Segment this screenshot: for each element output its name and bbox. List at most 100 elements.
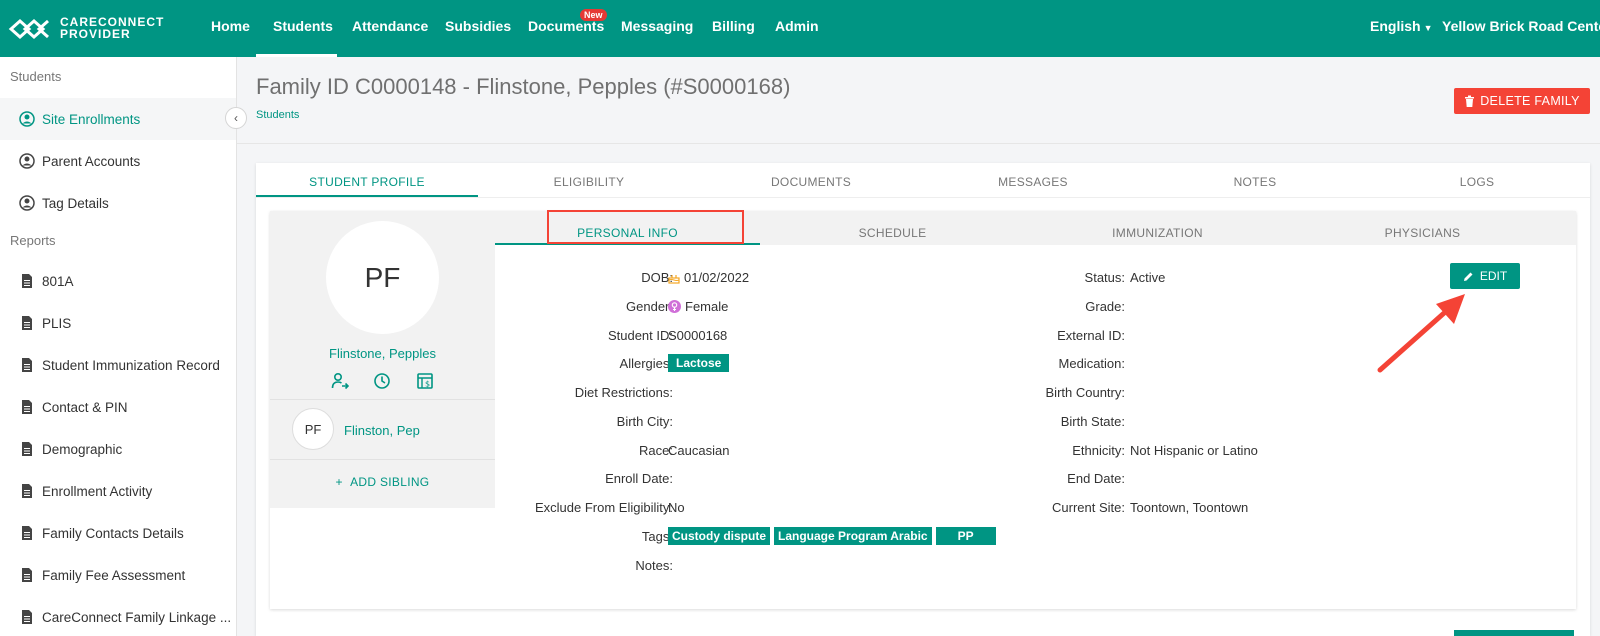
divider (270, 459, 495, 460)
nav-active-indicator (256, 54, 337, 57)
birthday-cake-icon (668, 274, 680, 284)
divider (270, 399, 495, 400)
allergy-tag: Lactose (668, 354, 730, 372)
edit-button[interactable]: EDIT (1450, 263, 1520, 289)
chevron-left-icon: ‹ (234, 111, 238, 125)
document-icon (22, 442, 32, 456)
clock-icon[interactable] (373, 372, 391, 390)
user-circle-icon (19, 195, 35, 211)
tab-eligibility[interactable]: ELIGIBILITY (478, 175, 700, 189)
annotation-arrow (1377, 294, 1465, 373)
field-label-enroll-date: Enroll Date: (605, 471, 673, 486)
subtab-schedule[interactable]: SCHEDULE (760, 226, 1025, 240)
nav-attendance[interactable]: Attendance (352, 18, 428, 34)
field-label-exclude-eligibility: Exclude From Eligibility: (535, 500, 673, 515)
field-value-gender: Female (668, 299, 728, 314)
add-sibling-button[interactable]: + ADD SIBLING (270, 475, 495, 489)
document-icon (22, 400, 32, 414)
document-icon (22, 316, 32, 330)
pencil-icon (1463, 272, 1473, 281)
sidebar-item-label: Parent Accounts (42, 153, 141, 169)
highlight-box (547, 210, 744, 244)
sidebar-item-report[interactable]: 801A (0, 260, 236, 302)
brand-logo[interactable]: CARECONNECT PROVIDER (8, 14, 168, 44)
sidebar-item-site-enrollments[interactable]: Site Enrollments (0, 98, 236, 140)
field-label-status: Status: (1084, 270, 1125, 285)
field-label-end-date: End Date: (1067, 471, 1125, 486)
student-avatar: PF (326, 221, 439, 334)
brand-line2: PROVIDER (60, 27, 131, 41)
field-value-race: Caucasian (668, 443, 730, 458)
tab-student-profile[interactable]: STUDENT PROFILE (256, 175, 478, 189)
breadcrumb[interactable]: Students (256, 109, 299, 121)
field-label-external-id: External ID: (1057, 328, 1125, 343)
tabs-divider (256, 197, 1590, 198)
add-sibling-label: ADD SIBLING (350, 475, 430, 489)
sidebar-item-report[interactable]: Demographic (0, 428, 236, 470)
sidebar-item-label: Contact & PIN (42, 399, 128, 415)
tag-badge: Custody dispute (668, 527, 771, 545)
field-value-allergies: Lactose (668, 354, 733, 372)
bottom-action-button[interactable] (1454, 630, 1574, 636)
plus-icon: + (335, 475, 351, 489)
sidebar-item-label: Enrollment Activity (42, 483, 153, 499)
field-label-diet-restrictions: Diet Restrictions: (574, 385, 673, 400)
sidebar-collapse-button[interactable]: ‹ (225, 107, 247, 129)
field-label-gender: Gender: (626, 299, 673, 314)
sidebar-item-report[interactable]: Family Contacts Details (0, 512, 236, 554)
sidebar-item-report[interactable]: Contact & PIN (0, 386, 236, 428)
sidebar-item-label: Demographic (42, 441, 123, 457)
logo-icon (8, 18, 49, 40)
profile-panel: PF Flinstone, Pepples $ PF Flinston, Pep… (270, 210, 1576, 609)
sidebar-item-report[interactable]: Family Fee Assessment (0, 554, 236, 596)
nav-billing[interactable]: Billing (712, 18, 755, 34)
sidebar-item-report[interactable]: Enrollment Activity (0, 470, 236, 512)
sidebar-heading-students: Students (10, 69, 62, 84)
sidebar-item-report[interactable]: PLIS (0, 302, 236, 344)
delete-family-button[interactable]: DELETE FAMILY (1454, 88, 1590, 114)
caret-down-icon: ▼ (1423, 23, 1433, 33)
tab-notes[interactable]: NOTES (1144, 175, 1366, 189)
center-dropdown[interactable]: Yellow Brick Road Center▼ (1442, 18, 1600, 34)
subtab-physicians[interactable]: PHYSICIANS (1290, 226, 1555, 240)
tab-documents[interactable]: DOCUMENTS (700, 175, 922, 189)
user-transfer-icon[interactable] (331, 372, 349, 390)
profile-sidebar: PF Flinstone, Pepples $ PF Flinston, Pep… (270, 211, 495, 508)
sibling-avatar: PF (292, 408, 334, 450)
nav-home[interactable]: Home (211, 18, 250, 34)
field-value-ethnicity: Not Hispanic or Latino (1130, 443, 1258, 458)
nav-subsidies[interactable]: Subsidies (445, 18, 511, 34)
sidebar-item-report[interactable]: CareConnect Family Linkage ... (0, 596, 236, 636)
nav-admin[interactable]: Admin (775, 18, 819, 34)
sibling-name[interactable]: Flinston, Pep (344, 423, 420, 438)
sidebar-item-parent-accounts[interactable]: Parent Accounts (0, 140, 236, 182)
nav-messaging[interactable]: Messaging (621, 18, 693, 34)
field-value-current-site: Toontown, Toontown (1130, 500, 1249, 515)
sidebar-item-report[interactable]: Student Immunization Record (0, 344, 236, 386)
sidebar-item-tag-details[interactable]: Tag Details (0, 182, 236, 224)
document-icon (22, 484, 32, 498)
nav-students[interactable]: Students (273, 18, 333, 34)
field-value-dob: 01/02/2022 (668, 270, 749, 285)
sidebar-item-label: PLIS (42, 315, 72, 331)
tab-active-indicator (256, 195, 478, 197)
student-name[interactable]: Flinstone, Pepples (270, 346, 495, 361)
sidebar-item-label: CareConnect Family Linkage ... (42, 609, 232, 625)
field-value-status: Active (1130, 270, 1166, 285)
field-label-ethnicity: Ethnicity: (1072, 443, 1125, 458)
subtab-immunization[interactable]: IMMUNIZATION (1025, 226, 1290, 240)
female-icon (668, 300, 681, 313)
document-icon (22, 358, 32, 372)
svg-text:$: $ (425, 380, 430, 389)
document-icon (22, 610, 32, 624)
student-profile-card: STUDENT PROFILE ELIGIBILITY DOCUMENTS ME… (256, 163, 1590, 636)
language-dropdown[interactable]: English ▼ (1370, 18, 1432, 34)
sidebar-item-label: Family Contacts Details (42, 525, 184, 541)
billing-ledger-icon[interactable]: $ (416, 372, 434, 390)
document-icon (22, 568, 32, 582)
gender-text: Female (685, 299, 729, 314)
field-label-medication: Medication: (1058, 356, 1125, 371)
field-value-exclude-eligibility: No (668, 500, 685, 515)
tab-messages[interactable]: MESSAGES (922, 175, 1144, 189)
tab-logs[interactable]: LOGS (1366, 175, 1588, 189)
